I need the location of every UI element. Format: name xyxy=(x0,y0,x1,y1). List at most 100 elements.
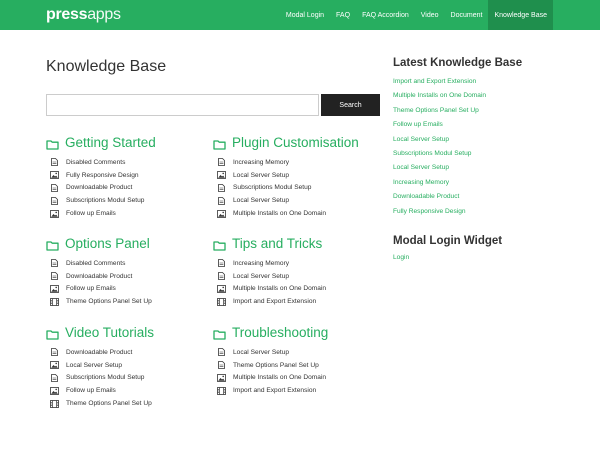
article-link[interactable]: Increasing Memory xyxy=(213,156,378,169)
nav-item-document[interactable]: Document xyxy=(445,0,489,30)
article-link[interactable]: Multiple Installs on One Domain xyxy=(213,207,378,220)
article-label: Follow up Emails xyxy=(66,210,116,218)
document-icon xyxy=(50,259,59,268)
nav-item-knowledge-base[interactable]: Knowledge Base xyxy=(488,0,553,30)
document-icon xyxy=(217,196,226,205)
article-link[interactable]: Disabled Comments xyxy=(46,257,211,270)
article-link[interactable]: Local Server Setup xyxy=(213,169,378,182)
latest-kb-link[interactable]: Subscriptions Modul Setup xyxy=(393,147,486,161)
article-list: Local Server Setup Theme Options Panel Se… xyxy=(213,346,378,397)
article-link[interactable]: Subscriptions Modul Setup xyxy=(213,182,378,195)
article-link[interactable]: Follow up Emails xyxy=(46,384,211,397)
article-link[interactable]: Multiple Installs on One Domain xyxy=(213,372,378,385)
document-icon xyxy=(50,272,59,281)
latest-kb-link[interactable]: Follow up Emails xyxy=(393,118,486,132)
section-title[interactable]: Video Tutorials xyxy=(65,325,154,340)
article-link[interactable]: Theme Options Panel Set Up xyxy=(213,359,378,372)
article-link[interactable]: Follow up Emails xyxy=(46,283,211,296)
section-header: Video Tutorials xyxy=(46,324,211,340)
section-title[interactable]: Tips and Tricks xyxy=(232,236,322,251)
video-icon xyxy=(50,399,59,408)
latest-kb-link[interactable]: Import and Export Extension xyxy=(393,75,486,89)
article-link[interactable]: Theme Options Panel Set Up xyxy=(46,295,211,308)
article-link[interactable]: Disabled Comments xyxy=(46,156,211,169)
logo-text-bold: press xyxy=(46,6,88,23)
search-input[interactable] xyxy=(46,94,319,116)
section-title[interactable]: Troubleshooting xyxy=(232,325,328,340)
latest-kb-link[interactable]: Local Server Setup xyxy=(393,133,486,147)
article-label: Multiple Installs on One Domain xyxy=(233,374,327,382)
article-link[interactable]: Theme Options Panel Set Up xyxy=(46,397,211,410)
section-troubleshooting: Troubleshooting Local Server Setup Theme O… xyxy=(213,324,378,397)
article-label: Disabled Comments xyxy=(66,259,126,267)
search-button[interactable]: Search xyxy=(321,94,380,116)
article-label: Fully Responsive Design xyxy=(66,171,139,179)
latest-kb-link[interactable]: Fully Responsive Design xyxy=(393,205,486,219)
article-label: Subscriptions Modul Setup xyxy=(233,184,312,192)
article-list: Increasing Memory Local Server Setup Subsc… xyxy=(213,156,378,220)
section-tips-and-tricks: Tips and Tricks Increasing Memory Local Se… xyxy=(213,235,378,308)
folder-icon xyxy=(213,137,226,150)
top-navbar: pressapps Modal Login FAQ FAQ Accordion Vid… xyxy=(0,0,600,30)
article-label: Downloadable Product xyxy=(66,184,133,192)
article-list: Increasing Memory Local Server Setup Multi… xyxy=(213,257,378,308)
article-label: Disabled Comments xyxy=(66,158,126,166)
article-link[interactable]: Follow up Emails xyxy=(46,207,211,220)
modal-login-widget-title: Modal Login Widget xyxy=(393,235,503,247)
nav-item-faq[interactable]: FAQ xyxy=(330,0,356,30)
section-header: Tips and Tricks xyxy=(213,235,378,251)
article-label: Import and Export Extension xyxy=(233,387,317,395)
article-link[interactable]: Local Server Setup xyxy=(46,359,211,372)
section-title[interactable]: Getting Started xyxy=(65,135,156,150)
article-link[interactable]: Import and Export Extension xyxy=(213,384,378,397)
article-list: Downloadable Product Local Server Setup Su… xyxy=(46,346,211,410)
folder-icon xyxy=(46,238,59,251)
section-header: Plugin Customisation xyxy=(213,134,378,150)
article-label: Subscriptions Modul Setup xyxy=(66,374,145,382)
nav-item-modal-login[interactable]: Modal Login xyxy=(280,0,330,30)
article-link[interactable]: Multiple Installs on One Domain xyxy=(213,283,378,296)
modal-login-list: Login xyxy=(393,251,409,265)
article-link[interactable]: Downloadable Product xyxy=(46,182,211,195)
article-link[interactable]: Downloadable Product xyxy=(46,270,211,283)
video-icon xyxy=(50,297,59,306)
article-link[interactable]: Fully Responsive Design xyxy=(46,169,211,182)
pressapps-logo[interactable]: pressapps xyxy=(46,6,121,26)
article-link[interactable]: Local Server Setup xyxy=(213,270,378,283)
article-link[interactable]: Local Server Setup xyxy=(213,346,378,359)
article-link[interactable]: Import and Export Extension xyxy=(213,295,378,308)
document-icon xyxy=(50,184,59,192)
section-plugin-customisation: Plugin Customisation Increasing Memory Loc… xyxy=(213,134,378,220)
nav-item-faq-accordion[interactable]: FAQ Accordion xyxy=(356,0,415,30)
document-icon xyxy=(217,348,226,357)
latest-kb-link[interactable]: Multiple Installs on One Domain xyxy=(393,89,486,103)
latest-kb-link[interactable]: Theme Options Panel Set Up xyxy=(393,104,486,118)
login-link[interactable]: Login xyxy=(393,251,409,265)
article-label: Follow up Emails xyxy=(66,285,116,293)
article-link[interactable]: Subscriptions Modul Setup xyxy=(46,194,211,207)
article-link[interactable]: Increasing Memory xyxy=(213,257,378,270)
article-link[interactable]: Downloadable Product xyxy=(46,346,211,359)
latest-kb-link[interactable]: Downloadable Product xyxy=(393,190,486,204)
nav-item-video[interactable]: Video xyxy=(415,0,445,30)
latest-kb-link[interactable]: Local Server Setup xyxy=(393,161,486,175)
article-label: Local Server Setup xyxy=(233,348,290,356)
article-label: Local Server Setup xyxy=(233,272,290,280)
document-icon xyxy=(50,158,59,167)
logo-text-light: apps xyxy=(87,6,121,23)
folder-icon xyxy=(46,137,59,150)
section-title[interactable]: Plugin Customisation xyxy=(232,135,359,150)
article-label: Local Server Setup xyxy=(66,361,123,369)
image-icon xyxy=(217,374,226,382)
section-title[interactable]: Options Panel xyxy=(65,236,150,251)
document-icon xyxy=(50,374,59,382)
main-nav: Modal Login FAQ FAQ Accordion Video Document… xyxy=(280,0,553,30)
article-link[interactable]: Local Server Setup xyxy=(213,194,378,207)
image-icon xyxy=(50,361,59,370)
section-header: Options Panel xyxy=(46,235,211,251)
latest-kb-link[interactable]: Increasing Memory xyxy=(393,176,486,190)
document-icon xyxy=(217,158,226,167)
latest-kb-list: Import and Export Extension Multiple Inst… xyxy=(393,75,486,219)
image-icon xyxy=(50,386,59,395)
article-link[interactable]: Subscriptions Modul Setup xyxy=(46,372,211,385)
